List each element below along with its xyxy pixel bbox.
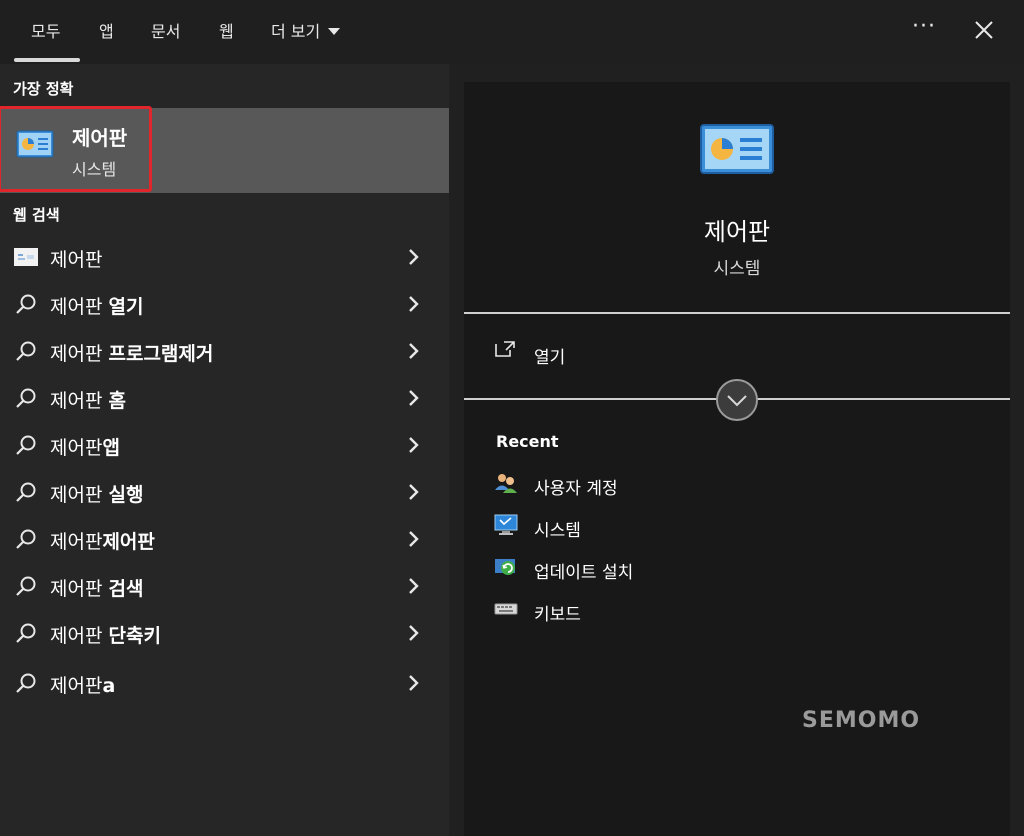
tab-web[interactable]: 웹 <box>219 18 234 42</box>
search-icon <box>16 623 36 643</box>
preview-pane: 제어판 시스템 열기 Recent 사용자 계정 시스템 업데이트 설치 키보드… <box>464 82 1010 836</box>
chevron-right-icon <box>409 296 419 312</box>
web-result-item[interactable]: 제어판 <box>0 235 449 279</box>
row-text: 제어판 <box>50 296 109 318</box>
chevron-right-icon <box>409 578 419 594</box>
tab-more-label: 더 보기 <box>271 22 321 41</box>
control-panel-icon <box>700 124 774 174</box>
web-result-item[interactable]: 제어판앱 <box>0 423 449 467</box>
search-icon <box>16 482 36 502</box>
row-text: 제어판 <box>50 625 109 647</box>
row-text: 제어판 <box>50 675 103 697</box>
row-text: 제어판 <box>50 578 109 600</box>
active-tab-indicator <box>14 58 80 62</box>
recent-label: 사용자 계정 <box>534 479 618 499</box>
row-text-bold: 프로그램제거 <box>108 343 214 365</box>
system-monitor-icon <box>494 514 518 535</box>
row-text-bold: 앱 <box>102 437 120 459</box>
chevron-right-icon <box>409 675 419 691</box>
row-text-bold: 제어판 <box>102 531 155 553</box>
tab-apps[interactable]: 앱 <box>99 18 114 42</box>
open-label: 열기 <box>534 348 566 368</box>
keyboard-icon <box>494 603 518 615</box>
best-match-title: 제어판 <box>72 126 128 150</box>
web-result-item[interactable]: 제어판a <box>0 661 449 705</box>
row-text-bold: 홈 <box>108 390 126 412</box>
tab-documents[interactable]: 문서 <box>151 18 180 42</box>
web-result-item[interactable]: 제어판 실행 <box>0 470 449 514</box>
row-text: 제어판 <box>50 531 103 553</box>
preview-subtitle: 시스템 <box>713 259 761 279</box>
watermark: SEMOMO <box>802 708 921 733</box>
web-result-item[interactable]: 제어판 단축키 <box>0 611 449 655</box>
row-text: 제어판 <box>50 249 103 271</box>
search-icon <box>16 294 36 314</box>
search-icon <box>16 388 36 408</box>
search-icon <box>16 673 36 693</box>
chevron-right-icon <box>409 390 419 406</box>
chevron-right-icon <box>409 484 419 500</box>
more-options-button[interactable]: ··· <box>912 14 936 39</box>
best-match-subtitle: 시스템 <box>72 160 117 179</box>
row-text-bold: 열기 <box>108 296 144 318</box>
chevron-right-icon <box>409 625 419 641</box>
close-icon[interactable] <box>972 18 996 42</box>
search-icon <box>16 529 36 549</box>
results-list: 가장 정확 제어판 시스템 웹 검색 제어판 제어판 열기 제어판 프로그램제거… <box>0 64 449 836</box>
web-result-item[interactable]: 제어판 검색 <box>0 564 449 608</box>
chevron-down-icon <box>727 395 747 407</box>
search-icon <box>16 576 36 596</box>
web-result-item[interactable]: 제어판 열기 <box>0 282 449 326</box>
recent-item-updates[interactable]: 업데이트 설치 <box>494 554 754 586</box>
row-text-bold: 검색 <box>108 578 144 600</box>
preview-title: 제어판 <box>703 218 771 246</box>
web-search-heading: 웹 검색 <box>13 206 60 224</box>
row-text: 제어판 <box>50 390 109 412</box>
row-text-bold: 실행 <box>108 484 144 506</box>
chevron-right-icon <box>409 437 419 453</box>
open-action[interactable]: 열기 <box>494 338 634 370</box>
recent-label: 업데이트 설치 <box>534 563 634 583</box>
chevron-right-icon <box>409 531 419 547</box>
divider <box>464 312 1010 314</box>
search-filter-tabs: 모두 앱 문서 웹 더 보기 ··· <box>0 0 1024 64</box>
row-text: 제어판 <box>50 343 109 365</box>
expand-button[interactable] <box>716 379 758 421</box>
row-text: 제어판 <box>50 484 109 506</box>
tab-all[interactable]: 모두 <box>31 18 60 42</box>
user-accounts-icon <box>495 474 517 493</box>
caret-down-icon <box>328 28 341 35</box>
recent-item-system[interactable]: 시스템 <box>494 512 754 544</box>
open-external-icon <box>495 341 515 357</box>
web-result-item[interactable]: 제어판제어판 <box>0 517 449 561</box>
recent-heading: Recent <box>496 432 559 451</box>
recent-item-user-accounts[interactable]: 사용자 계정 <box>494 470 754 502</box>
search-icon <box>16 435 36 455</box>
web-result-item[interactable]: 제어판 프로그램제거 <box>0 329 449 373</box>
tab-more[interactable]: 더 보기 <box>271 18 341 42</box>
best-match-item[interactable]: 제어판 시스템 <box>0 106 449 193</box>
web-result-item[interactable]: 제어판 홈 <box>0 376 449 420</box>
search-icon <box>16 341 36 361</box>
control-panel-icon <box>16 130 54 158</box>
recent-label: 키보드 <box>534 605 581 625</box>
web-thumbnail-icon <box>14 248 38 266</box>
best-match-heading: 가장 정확 <box>13 80 74 98</box>
chevron-right-icon <box>409 343 419 359</box>
recent-label: 시스템 <box>534 521 581 541</box>
windows-update-icon <box>495 559 515 575</box>
chevron-right-icon <box>409 249 419 265</box>
row-text: 제어판 <box>50 437 103 459</box>
row-text-bold: a <box>102 675 116 697</box>
recent-item-keyboard[interactable]: 키보드 <box>494 596 754 628</box>
row-text-bold: 단축키 <box>108 625 161 647</box>
